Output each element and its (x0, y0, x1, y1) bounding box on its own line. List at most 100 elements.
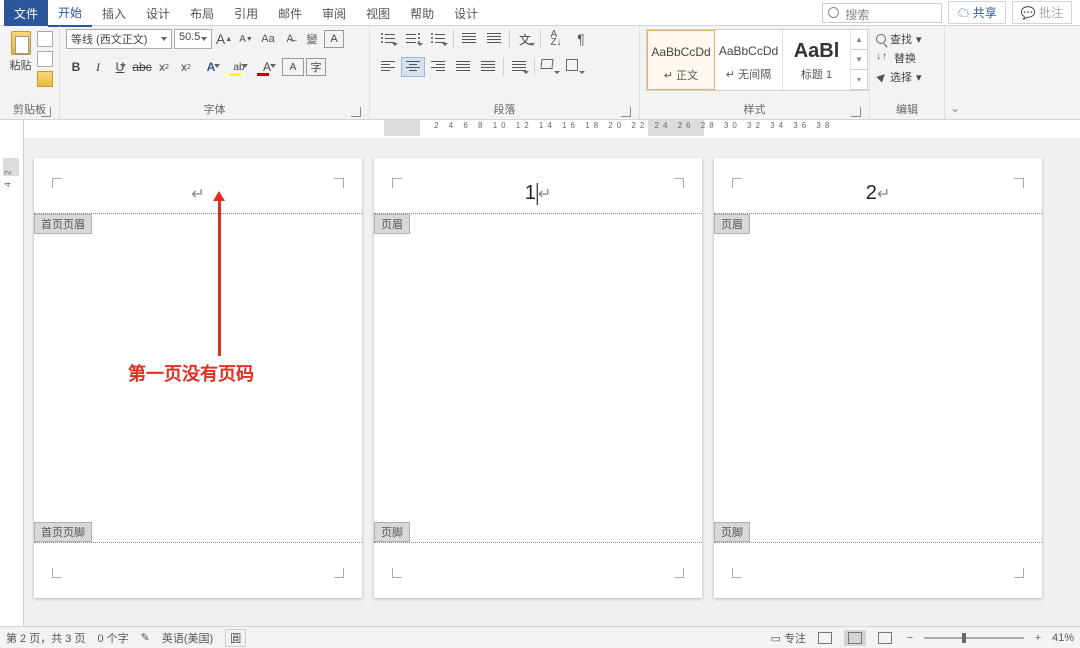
change-case-button[interactable]: Aa (258, 29, 278, 49)
multilevel-list-button[interactable] (426, 29, 450, 49)
tab-help[interactable]: 帮助 (400, 0, 444, 26)
status-language[interactable]: 英语(美国) (162, 630, 213, 646)
tab-design[interactable]: 设计 (136, 0, 180, 26)
page-3-header[interactable]: 2↵ 页眉 (714, 158, 1042, 214)
status-page[interactable]: 第 2 页，共 3 页 (6, 630, 85, 646)
phonetic-guide-button[interactable]: 變 (302, 29, 322, 49)
font-launcher[interactable] (351, 107, 361, 117)
style-normal[interactable]: AaBbCcDd ↵ 正文 (647, 30, 715, 90)
page-1-footer-label: 首页页脚 (34, 522, 92, 542)
paste-button[interactable]: 粘贴 (6, 29, 35, 73)
paragraph-launcher[interactable] (621, 107, 631, 117)
status-spellcheck[interactable]: ✎ (141, 631, 150, 644)
highlight-button[interactable]: ab (226, 57, 252, 77)
collapse-ribbon-button[interactable]: ⌄ (945, 26, 965, 119)
tab-insert[interactable]: 插入 (92, 0, 136, 26)
tab-file[interactable]: 文件 (4, 0, 48, 26)
shrink-font-button[interactable]: A▼ (236, 29, 256, 49)
style-heading1-name: 标题 1 (783, 66, 850, 82)
zoom-in-button[interactable]: + (1032, 632, 1044, 644)
asian-layout-button[interactable]: 文 (513, 29, 537, 49)
show-paragraph-marks-button[interactable]: ¶ (569, 29, 593, 49)
group-label-editing: 编辑 (876, 101, 938, 119)
align-center-button[interactable] (401, 57, 425, 77)
tab-references[interactable]: 引用 (224, 0, 268, 26)
bold-button[interactable]: B (66, 57, 86, 77)
status-ime[interactable]: 圓 (225, 629, 246, 647)
tab-review[interactable]: 审阅 (312, 0, 356, 26)
page-2-footer[interactable]: 页脚 (374, 542, 702, 598)
replace-button[interactable]: 替换 (876, 50, 916, 66)
clear-formatting-button[interactable]: A̶ (280, 29, 300, 49)
italic-button[interactable]: I (88, 57, 108, 77)
view-read-button[interactable] (814, 630, 836, 646)
font-color-button[interactable]: A (254, 57, 280, 77)
enclose-character-button[interactable]: 字 (306, 58, 326, 76)
page-1-header[interactable]: ↵ 首页页眉 (34, 158, 362, 214)
select-button[interactable]: 选择 ▾ (876, 69, 922, 85)
align-justify-button[interactable] (451, 57, 475, 77)
page-2-header[interactable]: 1↵ 页眉 (374, 158, 702, 214)
cut-button[interactable] (37, 31, 53, 47)
superscript-button[interactable]: x2 (176, 57, 196, 77)
page-3-footer[interactable]: 页脚 (714, 542, 1042, 598)
styles-launcher[interactable] (851, 107, 861, 117)
page-3-header-label: 页眉 (714, 214, 750, 234)
style-nospacing[interactable]: AaBbCcDd ↵ 无间隔 (715, 30, 783, 90)
zoom-level[interactable]: 41% (1052, 632, 1074, 644)
decrease-indent-button[interactable] (457, 29, 481, 49)
increase-indent-button[interactable] (482, 29, 506, 49)
character-border-button[interactable]: A (324, 30, 344, 48)
view-print-button[interactable] (844, 630, 866, 646)
font-name-selector[interactable]: 等线 (西文正文) (66, 29, 172, 49)
tab-mailings[interactable]: 邮件 (268, 0, 312, 26)
ruler-horizontal[interactable]: 2 4 6 8 10 12 14 16 18 20 22 24 26 28 30… (0, 120, 1080, 138)
share-label: 共享 (973, 6, 997, 20)
align-distributed-button[interactable] (476, 57, 500, 77)
shading-button[interactable] (538, 57, 562, 77)
group-styles: AaBbCcDd ↵ 正文 AaBbCcDd ↵ 无间隔 AaBl 标题 1 ▲… (640, 26, 870, 119)
page-3[interactable]: 2↵ 页眉 页脚 (714, 158, 1042, 598)
view-web-button[interactable] (874, 630, 896, 646)
zoom-slider[interactable] (924, 637, 1024, 639)
tab-view[interactable]: 视图 (356, 0, 400, 26)
page-1-footer[interactable]: 首页页脚 (34, 542, 362, 598)
comment-button[interactable]: 💬 批注 (1012, 1, 1072, 24)
character-shading-button[interactable]: A (282, 58, 304, 76)
text-effects-button[interactable]: A (198, 57, 224, 77)
clipboard-launcher[interactable] (41, 107, 51, 117)
strikethrough-button[interactable]: abc (132, 57, 152, 77)
style-heading1[interactable]: AaBl 标题 1 (783, 30, 851, 90)
find-button[interactable]: 查找 ▾ (876, 31, 922, 47)
ruler-vertical[interactable]: 24 (0, 138, 24, 626)
replace-icon (876, 51, 890, 65)
page-3-number: 2 (866, 182, 877, 204)
subscript-button[interactable]: x2 (154, 57, 174, 77)
status-words[interactable]: 0 个字 (97, 630, 128, 646)
style-normal-name: ↵ 正文 (648, 67, 714, 83)
styles-scroll[interactable]: ▲▼▾ (851, 30, 867, 90)
tab-home[interactable]: 开始 (48, 0, 92, 27)
share-button[interactable]: ☁ 共享 (948, 1, 1005, 24)
zoom-out-button[interactable]: − (904, 632, 916, 644)
search-input[interactable]: 搜索 (822, 3, 942, 23)
align-right-button[interactable] (426, 57, 450, 77)
focus-mode-button[interactable]: ▭ 专注 (771, 630, 806, 646)
format-painter-button[interactable] (37, 71, 53, 87)
bullets-button[interactable] (376, 29, 400, 49)
page-2[interactable]: 1↵ 页眉 页脚 (374, 158, 702, 598)
copy-button[interactable] (37, 51, 53, 67)
tab-header-tools-design[interactable]: 设计 (444, 0, 488, 26)
grow-font-button[interactable]: A▲ (214, 29, 234, 49)
line-spacing-button[interactable] (507, 57, 531, 77)
align-left-button[interactable] (376, 57, 400, 77)
tab-layout[interactable]: 布局 (180, 0, 224, 26)
sort-button[interactable]: AZ↓ (544, 29, 568, 49)
borders-button[interactable] (563, 57, 587, 77)
underline-button[interactable]: U (110, 57, 130, 77)
group-label-font: 字体 (66, 101, 363, 119)
font-size-selector[interactable]: 50.5 (174, 29, 212, 49)
ruler-corner (0, 120, 24, 138)
page-2-footer-label: 页脚 (374, 522, 410, 542)
numbering-button[interactable] (401, 29, 425, 49)
